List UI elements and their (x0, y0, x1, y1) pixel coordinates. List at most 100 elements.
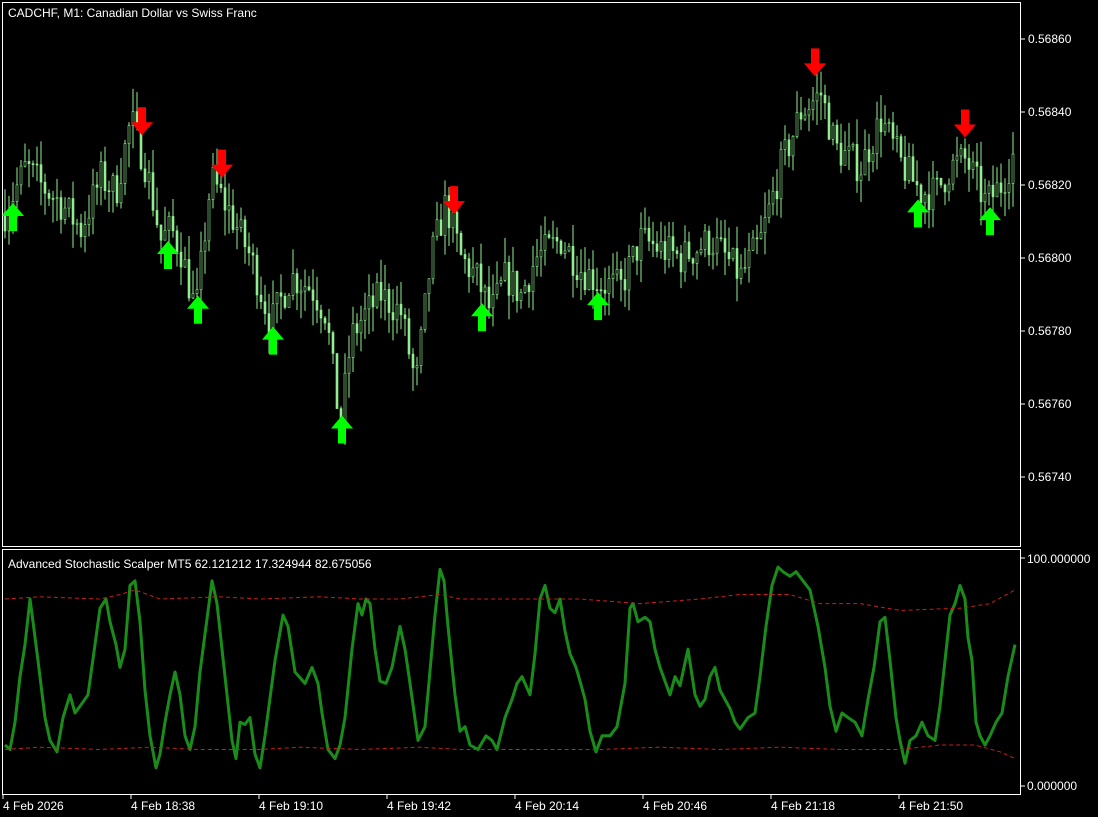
candle-body (907, 156, 911, 181)
time-label: 4 Feb 21:18 (771, 799, 835, 813)
candle-body (95, 184, 99, 188)
candle-body (167, 216, 171, 231)
candle-body (1003, 191, 1007, 194)
candle-body (655, 243, 659, 252)
candle-body (663, 241, 667, 260)
time-axis[interactable]: 4 Feb 2026 4 Feb 18:38 4 Feb 19:10 4 Feb… (2, 795, 963, 813)
candle-body (151, 172, 155, 211)
candle-body (379, 281, 383, 301)
candle-body (711, 252, 715, 256)
candle-body (955, 155, 959, 161)
candle-body (611, 273, 615, 279)
candle-body (811, 100, 815, 110)
candle-body (247, 246, 251, 254)
candle (459, 230, 463, 256)
candle-body (67, 198, 71, 209)
candle-body (1007, 183, 1011, 193)
candle-body (283, 295, 287, 308)
candle-body (459, 232, 463, 255)
candle-body (387, 289, 391, 313)
chart-title: CADCHF, M1: Canadian Dollar vs Swiss Fra… (8, 6, 257, 20)
price-label: 0.56800 (1028, 251, 1072, 265)
candle-body (415, 365, 419, 369)
candle-body (87, 217, 91, 225)
candle-body (127, 125, 131, 144)
candle-body (147, 172, 151, 183)
candle-body (79, 222, 83, 237)
candle-body (867, 149, 871, 163)
candle-body (943, 184, 947, 193)
candle-body (975, 161, 979, 167)
candle-body (447, 195, 451, 229)
candle-body (707, 230, 711, 256)
candle-body (363, 308, 367, 321)
candle-body (335, 353, 339, 409)
candle-body (695, 252, 699, 264)
candle-body (875, 118, 879, 154)
candle-body (963, 148, 967, 159)
candle-body (51, 198, 55, 200)
candle (423, 293, 427, 333)
candle-body (259, 294, 263, 302)
candle-body (263, 301, 267, 314)
candle-body (23, 161, 27, 167)
candle-body (439, 219, 443, 236)
candle-body (763, 217, 767, 234)
candle-body (927, 194, 931, 211)
candle-body (227, 205, 231, 211)
price-label: 0.56740 (1028, 470, 1072, 484)
candle-body (615, 269, 619, 275)
candle-body (895, 136, 899, 139)
candle-body (687, 241, 691, 260)
candle-body (407, 318, 411, 355)
candle-body (171, 216, 175, 232)
price-axis[interactable]: 0.56860 0.56840 0.56820 0.56800 0.56780 … (1021, 32, 1072, 484)
candle-body (899, 136, 903, 158)
candle-body (831, 124, 835, 140)
candle (899, 134, 903, 162)
candle-body (203, 240, 207, 252)
candle-body (923, 194, 927, 204)
candle-body (275, 292, 279, 305)
candle-body (595, 289, 599, 291)
candle-body (39, 164, 43, 183)
price-label: 0.56820 (1028, 178, 1072, 192)
candle-body (903, 156, 907, 181)
candle-body (211, 166, 215, 200)
candle-body (883, 123, 887, 133)
candle-body (571, 246, 575, 276)
candle-body (223, 187, 227, 211)
candle-body (659, 241, 663, 252)
time-label: 4 Feb 2026 (3, 799, 64, 813)
candle-body (619, 269, 623, 280)
candle-body (851, 144, 855, 147)
candle-body (531, 266, 535, 292)
candle-body (491, 294, 495, 309)
candle-body (395, 303, 399, 321)
candle-body (207, 199, 211, 242)
candle-body (787, 139, 791, 157)
candle-body (15, 184, 19, 202)
candle-body (319, 309, 323, 319)
candle-body (295, 273, 299, 294)
candle-body (375, 281, 379, 308)
candle-body (979, 165, 983, 203)
candle-body (31, 163, 35, 165)
candle-body (99, 161, 103, 188)
candle-body (359, 319, 363, 334)
trading-chart[interactable]: CADCHF, M1: Canadian Dollar vs Swiss Fra… (0, 0, 1098, 817)
candle-body (55, 197, 59, 199)
candle-body (175, 230, 179, 253)
candle-body (863, 149, 867, 176)
candle-body (739, 267, 743, 279)
time-label: 4 Feb 20:14 (515, 799, 579, 813)
candle-body (163, 230, 167, 241)
candle-body (635, 246, 639, 261)
candle-body (499, 280, 503, 284)
candle-body (783, 139, 787, 150)
candle-body (291, 273, 295, 296)
candle-body (727, 251, 731, 260)
candle-body (939, 177, 943, 186)
candle-body (855, 144, 859, 181)
candle-body (547, 234, 551, 238)
